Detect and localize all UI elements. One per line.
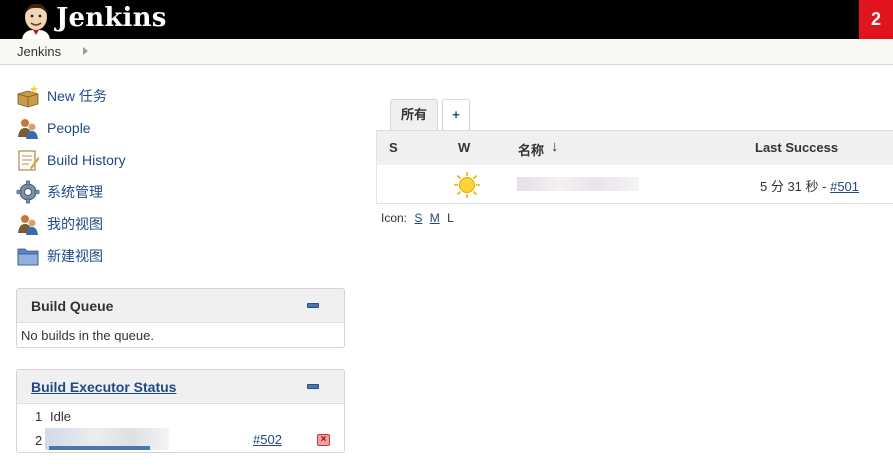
column-name[interactable]: 名称 — [518, 140, 544, 159]
column-weather[interactable]: W — [458, 140, 470, 155]
executor-number: 1 — [35, 409, 43, 424]
build-queue-title: Build Queue — [31, 298, 114, 314]
build-queue-pane: Build Queue No builds in the queue. — [16, 288, 345, 348]
last-success-build-link[interactable]: #501 — [830, 179, 859, 194]
brand-title[interactable]: Jenkins — [56, 3, 167, 33]
folder-icon — [17, 248, 39, 266]
task-manage-jenkins-label[interactable]: 系统管理 — [47, 182, 103, 202]
breadcrumb-item-jenkins[interactable]: Jenkins — [17, 44, 61, 59]
task-new-item-label[interactable]: New 任务 — [47, 86, 107, 106]
sunny-weather-icon — [454, 172, 480, 198]
people-icon — [18, 119, 38, 139]
icon-size-large: L — [447, 211, 454, 225]
task-manage-jenkins[interactable]: 系统管理 — [16, 176, 336, 208]
gear-icon — [16, 180, 40, 204]
executor-status-header: Build Executor Status — [17, 370, 344, 404]
executor-state: Idle — [50, 409, 71, 424]
chevron-right-icon[interactable] — [83, 47, 88, 55]
task-new-view[interactable]: 新建视图 — [16, 240, 336, 272]
column-status[interactable]: S — [389, 140, 398, 155]
column-last-success[interactable]: Last Success — [755, 140, 838, 155]
executor-row: 2 #502 × — [17, 428, 344, 452]
collapse-icon[interactable] — [307, 384, 319, 389]
jenkins-logo-icon[interactable] — [16, 1, 56, 39]
task-my-views[interactable]: 我的视图 — [16, 208, 336, 240]
tab-add-view[interactable]: + — [442, 99, 470, 131]
redacted-project-name[interactable] — [517, 177, 639, 191]
sort-arrow-icon: ↓ — [551, 138, 559, 155]
side-panel-tasks: New 任务 People Build History 系统管理 我的视图 新建… — [16, 80, 336, 272]
build-queue-header: Build Queue — [17, 289, 344, 323]
collapse-icon[interactable] — [307, 303, 319, 308]
breadcrumb: Jenkins — [0, 39, 893, 65]
build-queue-empty-text: No builds in the queue. — [21, 328, 154, 343]
last-success-duration: 5 分 31 秒 - — [760, 179, 831, 194]
notification-badge[interactable]: 2 — [859, 0, 893, 39]
executor-status-pane: Build Executor Status 1 Idle 2 #502 × — [16, 369, 345, 453]
executor-build-link[interactable]: #502 — [253, 432, 282, 447]
task-my-views-label[interactable]: 我的视图 — [47, 214, 103, 234]
task-new-view-label[interactable]: 新建视图 — [47, 246, 103, 266]
icon-size-selector: Icon: S M L — [381, 211, 454, 225]
build-queue-empty-row: No builds in the queue. — [17, 323, 344, 347]
notepad-icon — [18, 150, 40, 171]
tab-all[interactable]: 所有 — [390, 99, 438, 131]
table-header: S W 名称 ↓ Last Success — [377, 131, 893, 165]
icon-size-medium[interactable]: M — [430, 211, 440, 225]
projects-table: S W 名称 ↓ Last Success 5 分 31 秒 - #501 — [376, 130, 893, 204]
icon-size-small[interactable]: S — [414, 211, 422, 225]
last-success-cell: 5 分 31 秒 - #501 — [760, 176, 859, 195]
task-new-item[interactable]: New 任务 — [16, 80, 336, 112]
task-build-history-label[interactable]: Build History — [47, 152, 126, 168]
table-row: 5 分 31 秒 - #501 — [377, 165, 893, 204]
task-people[interactable]: People — [16, 112, 336, 144]
task-build-history[interactable]: Build History — [16, 144, 336, 176]
page-header: Jenkins 2 — [0, 0, 893, 39]
new-item-icon — [17, 85, 39, 108]
icon-size-label: Icon: — [381, 211, 408, 225]
executor-row: 1 Idle — [17, 404, 344, 428]
stop-build-icon[interactable]: × — [317, 434, 330, 446]
task-people-label[interactable]: People — [47, 120, 91, 136]
executor-number: 2 — [35, 433, 43, 448]
executor-status-title[interactable]: Build Executor Status — [31, 379, 176, 395]
user-icon — [18, 215, 38, 235]
executor-progress-bar[interactable] — [49, 446, 150, 450]
